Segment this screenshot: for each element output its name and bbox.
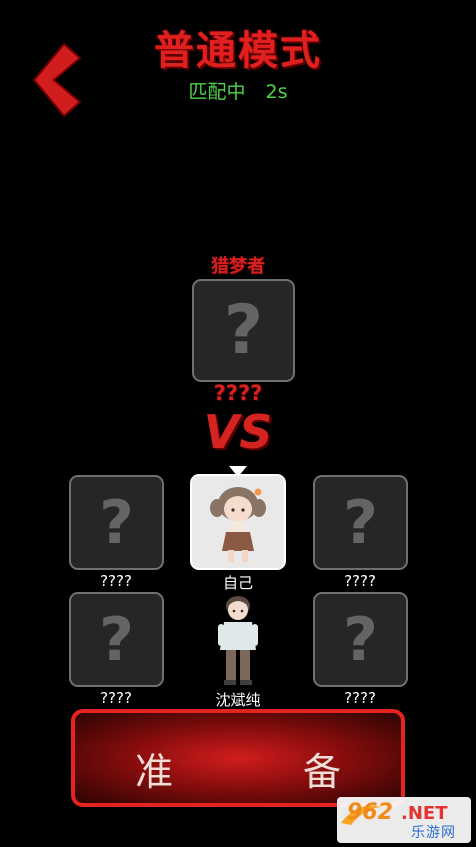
boy-character-avatar <box>218 596 258 685</box>
unknown-player-icon: ? <box>223 290 264 370</box>
player-name-1: ???? <box>100 572 132 590</box>
site-watermark: 962 .NET 乐游网 <box>337 797 471 843</box>
opponent-name: ???? <box>213 381 263 405</box>
matching-label: 匹配中 <box>188 81 246 103</box>
matching-timer: 2s <box>265 81 288 103</box>
watermark-brand: 962 <box>347 800 393 825</box>
matching-status: 匹配中 2s <box>0 77 476 104</box>
mode-title: 普通模式 <box>154 28 322 74</box>
unknown-player-icon: ? <box>343 604 378 675</box>
player-slot-6: ? <box>313 592 408 687</box>
player-name-3: ???? <box>344 572 376 590</box>
teammate-name: 沈斌纯 <box>215 691 261 709</box>
teammate-avatar-slot <box>198 592 278 687</box>
opponent-role-label: 猎梦者 <box>211 256 265 277</box>
self-player-name: 自己 <box>222 574 253 592</box>
player-name-4: ???? <box>100 689 132 707</box>
unknown-player-icon: ? <box>99 487 134 558</box>
unknown-player-icon: ? <box>343 487 378 558</box>
player-slot-1: ? <box>69 475 164 570</box>
unknown-player-icon: ? <box>99 604 134 675</box>
versus-label: VS <box>203 405 273 459</box>
ready-button-label-left: 准 <box>135 750 174 794</box>
player-slot-4: ? <box>69 592 164 687</box>
ready-button[interactable]: 准 备 <box>71 709 405 807</box>
player-slot-3: ? <box>313 475 408 570</box>
ready-button-label-right: 备 <box>303 750 342 794</box>
opponent-slot: ? <box>192 279 295 382</box>
player-name-6: ???? <box>344 689 376 707</box>
girl-character-avatar <box>210 487 266 562</box>
watermark-suffix: .NET <box>401 803 448 824</box>
self-player-slot <box>190 474 286 570</box>
watermark-caption: 乐游网 <box>411 825 456 841</box>
